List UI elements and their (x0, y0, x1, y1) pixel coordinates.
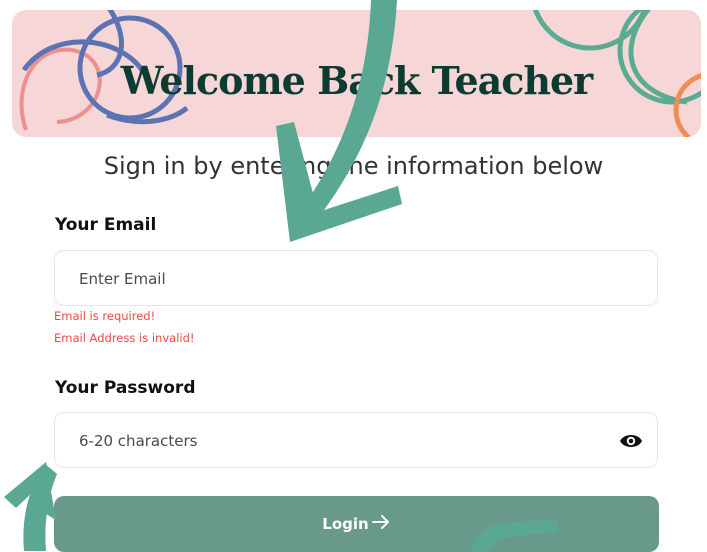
eye-icon[interactable] (619, 430, 643, 452)
password-input[interactable] (77, 413, 621, 469)
email-field-box[interactable] (54, 250, 658, 307)
annotation-arrow-left (4, 462, 57, 551)
password-field-box[interactable] (54, 412, 658, 469)
email-input[interactable] (77, 251, 621, 307)
email-error-invalid: Email Address is invalid! (54, 331, 195, 345)
arrow-right-icon (371, 514, 391, 534)
page-subtitle: Sign in by entering the information belo… (103, 152, 604, 180)
login-button[interactable]: Login (54, 496, 659, 552)
page-title: Welcome Back Teacher (120, 58, 593, 103)
password-label: Your Password (55, 378, 196, 398)
email-label: Your Email (55, 215, 157, 235)
welcome-banner: Welcome Back Teacher (12, 10, 701, 137)
email-error-required: Email is required! (54, 309, 156, 323)
login-button-label: Login (322, 515, 369, 533)
